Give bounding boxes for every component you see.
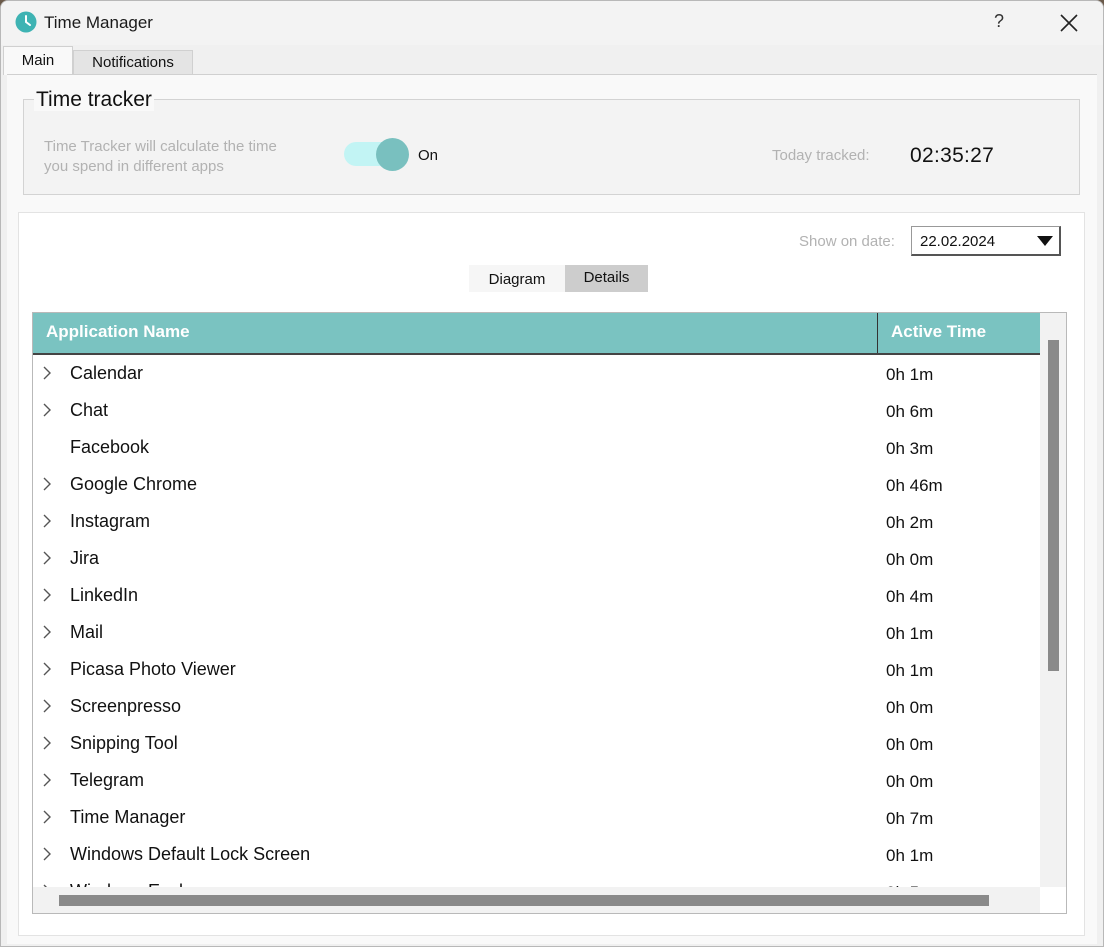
app-name-cell: Screenpresso (70, 696, 182, 716)
table-row[interactable]: LinkedIn 0h 4m (33, 577, 1040, 614)
app-name-cell: Jira (70, 548, 100, 568)
table-header: Application Name Active Time (33, 313, 1040, 355)
app-name-cell: Picasa Photo Viewer (70, 659, 236, 679)
table-row[interactable]: Windows Default Lock Screen 0h 1m (33, 836, 1040, 873)
column-header-active-time[interactable]: Active Time (878, 313, 1040, 353)
table-row[interactable]: Mail 0h 1m (33, 614, 1040, 651)
chevron-right-icon[interactable] (42, 773, 52, 787)
table-row[interactable]: Instagram 0h 2m (33, 503, 1040, 540)
app-name-cell: Instagram (70, 511, 151, 531)
app-name-cell: Calendar (70, 363, 144, 383)
tracker-toggle[interactable] (344, 138, 409, 171)
active-time-cell: 0h 4m (886, 587, 934, 606)
table-row[interactable]: Telegram 0h 0m (33, 762, 1040, 799)
chevron-right-icon[interactable] (42, 588, 52, 602)
tab-notifications[interactable]: Notifications (73, 50, 193, 75)
date-label: Show on date: (799, 233, 895, 250)
title-bar: Time Manager ? (1, 1, 1103, 45)
diagram-view-button[interactable]: Diagram (469, 265, 565, 292)
table-row[interactable]: Jira 0h 0m (33, 540, 1040, 577)
horizontal-scroll-thumb[interactable] (59, 895, 989, 906)
chevron-right-icon[interactable] (42, 403, 52, 417)
main-tab-panel: Time tracker Time Tracker will calculate… (7, 74, 1097, 944)
chevron-right-icon[interactable] (42, 551, 52, 565)
toggle-knob (376, 138, 409, 171)
active-time-cell: 0h 1m (886, 365, 934, 384)
chevron-right-icon[interactable] (42, 810, 52, 824)
vertical-scroll-thumb[interactable] (1048, 340, 1059, 671)
table-body: Calendar 0h 1m Chat 0h 6m Facebook 0h 3m Googl… (33, 355, 1040, 887)
group-title: Time tracker (34, 88, 154, 111)
active-time-cell: 0h 7m (886, 809, 934, 828)
active-time-cell: 0h 1m (886, 846, 934, 865)
app-name-cell: LinkedIn (70, 585, 139, 605)
app-name-cell: Chat (70, 400, 109, 420)
table-row[interactable]: Windows Explorer0h 5m (33, 873, 1040, 887)
active-time-cell: 0h 0m (886, 550, 934, 569)
app-usage-table: Application Name Active Time Calendar 0h … (32, 312, 1067, 914)
window-title: Time Manager (44, 13, 153, 32)
app-name-cell: Windows Default Lock Screen (70, 844, 311, 864)
table-row[interactable]: Snipping Tool 0h 0m (33, 725, 1040, 762)
help-button[interactable]: ? (989, 11, 1009, 35)
tab-main[interactable]: Main (3, 46, 73, 75)
tab-bar: Main Notifications (1, 46, 1103, 75)
time-tracker-group: Time tracker Time Tracker will calculate… (23, 89, 1080, 195)
column-header-application-name[interactable]: Application Name (33, 313, 878, 353)
table-row[interactable]: Picasa Photo Viewer 0h 1m (33, 651, 1040, 688)
active-time-cell: 0h 6m (886, 402, 934, 421)
active-time-cell: 0h 46m (886, 476, 943, 495)
app-name-cell: Google Chrome (70, 474, 198, 494)
chevron-right-icon[interactable] (42, 736, 52, 750)
horizontal-scrollbar[interactable] (33, 887, 1040, 913)
today-tracked-value: 02:35:27 (910, 144, 995, 167)
active-time-cell: 0h 0m (886, 698, 934, 717)
chevron-right-icon[interactable] (42, 477, 52, 491)
table-row[interactable]: Facebook 0h 3m (33, 429, 1040, 466)
active-time-cell: 0h 1m (886, 661, 934, 680)
clock-icon (15, 11, 37, 33)
close-icon[interactable] (1055, 9, 1083, 37)
chevron-right-icon[interactable] (42, 662, 52, 676)
time-manager-window: Time Manager ? Main Notifications Time t… (0, 0, 1104, 947)
table-row[interactable]: Chat 0h 6m (33, 392, 1040, 429)
chevron-right-icon[interactable] (42, 699, 52, 713)
chevron-down-icon (1037, 236, 1053, 246)
chevron-right-icon[interactable] (42, 847, 52, 861)
active-time-cell: 0h 2m (886, 513, 934, 532)
today-tracked-label: Today tracked: (772, 147, 870, 164)
table-row[interactable]: Time Manager 0h 7m (33, 799, 1040, 836)
active-time-cell: 0h 0m (886, 735, 934, 754)
toggle-state-label: On (418, 147, 439, 164)
details-view-button[interactable]: Details (565, 265, 648, 292)
vertical-scrollbar[interactable] (1040, 313, 1066, 887)
chevron-right-icon[interactable] (42, 514, 52, 528)
details-panel: Show on date: 22.02.2024 Diagram Details… (18, 212, 1085, 936)
table-row[interactable]: Google Chrome 0h 46m (33, 466, 1040, 503)
active-time-cell: 0h 0m (886, 772, 934, 791)
chevron-right-icon[interactable] (42, 366, 52, 380)
app-name-cell: Mail (70, 622, 104, 642)
active-time-cell: 0h 1m (886, 624, 934, 643)
date-value: 22.02.2024 (920, 233, 996, 250)
tracker-description: Time Tracker will calculate the time you… (44, 138, 277, 175)
app-name-cell: Facebook (70, 437, 150, 457)
scrollbar-corner (1040, 887, 1066, 913)
chevron-right-icon[interactable] (42, 625, 52, 639)
table-row[interactable]: Calendar 0h 1m (33, 355, 1040, 392)
app-name-cell: Telegram (70, 770, 145, 790)
active-time-cell: 0h 3m (886, 439, 934, 458)
app-name-cell: Time Manager (70, 807, 186, 827)
date-dropdown[interactable]: 22.02.2024 (911, 226, 1061, 256)
app-name-cell: Snipping Tool (70, 733, 178, 753)
table-row[interactable]: Screenpresso 0h 0m (33, 688, 1040, 725)
